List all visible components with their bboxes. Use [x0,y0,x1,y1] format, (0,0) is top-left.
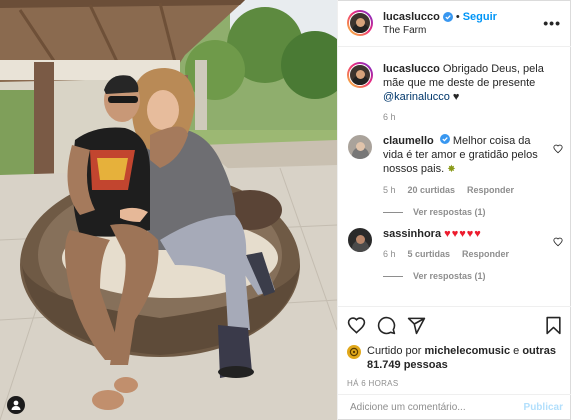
comment-likes[interactable]: 20 curtidas [408,185,456,195]
view-replies-button[interactable]: Ver respostas (1) [383,207,563,217]
dot-separator: • [455,10,460,23]
reply-button[interactable]: Responder [467,185,514,195]
view-replies-label: Ver respostas (1) [413,207,486,217]
bookmark-icon[interactable] [544,316,563,335]
add-comment-bar: Publicar [338,394,571,420]
reply-button[interactable]: Responder [462,249,509,259]
caption-username[interactable]: lucaslucco [383,63,440,75]
comment-avatar[interactable] [347,134,373,160]
likes-text: Curtido por michelecomusic e outras 81.7… [367,344,563,372]
share-icon[interactable] [407,316,426,335]
author-username[interactable]: lucaslucco [383,11,440,23]
liker-avatar-icon [349,347,359,357]
caption-body: lucaslucco Obrigado Deus, pela mãe que m… [383,62,563,122]
likes-connector: e [513,345,520,357]
replies-divider [383,211,403,213]
post-footer: Curtido por michelecomusic e outras 81.7… [338,306,571,388]
follow-button[interactable]: Seguir [463,11,497,23]
post-header: lucaslucco • Seguir The Farm ••• [338,0,571,47]
comment-username[interactable]: claumello [383,135,434,147]
author-meta: lucaslucco • Seguir The Farm [383,11,543,36]
post-timestamp[interactable]: HÁ 6 HORAS [347,379,563,388]
sparkle-icon: ✸ [447,164,456,175]
publish-button[interactable]: Publicar [524,402,563,413]
replies-divider [383,275,403,277]
comment-age[interactable]: 5 h [383,185,396,195]
avatar-image [349,12,371,34]
tagged-user-icon[interactable] [7,396,25,414]
comment-input[interactable] [350,402,524,413]
hearts-emoji: ♥♥♥♥♥ [444,228,482,240]
comment-actions: 5 h 20 curtidas Responder [383,185,547,195]
comment-item: sassinhora ♥♥♥♥♥ 6 h 5 curtidas Responde… [347,227,563,259]
caption-heart: ♥ [452,91,460,103]
heart-icon[interactable] [553,144,563,154]
avatar-image [347,134,373,160]
post-photo[interactable] [0,0,337,420]
comment-body: claumello Melhor coisa da vida é ter amo… [383,134,547,195]
likes-user[interactable]: michelecomusic [424,345,510,357]
comment-username[interactable]: sassinhora [383,228,441,240]
caption-mention[interactable]: @karinalucco [383,91,450,103]
liker-avatar[interactable] [347,345,361,359]
post-location[interactable]: The Farm [383,25,543,36]
comments-list: lucaslucco Obrigado Deus, pela mãe que m… [338,48,571,306]
comment-actions: 6 h 5 curtidas Responder [383,249,547,259]
comment-likes[interactable]: 5 curtidas [408,249,451,259]
likes-summary: Curtido por michelecomusic e outras 81.7… [347,344,563,372]
photo-scene [0,0,337,420]
post-side-panel: lucaslucco • Seguir The Farm ••• lucaslu… [337,0,571,420]
comment-icon[interactable] [377,316,396,335]
person-icon [11,400,21,410]
view-replies-button[interactable]: Ver respostas (1) [383,271,563,281]
author-row: lucaslucco • Seguir [383,11,543,23]
likes-prefix: Curtido por [367,345,422,357]
verified-icon [439,134,450,144]
comment-text: claumello Melhor coisa da vida é ter amo… [383,134,547,177]
avatar-image [347,227,373,253]
author-avatar[interactable] [347,10,373,36]
caption-text: lucaslucco Obrigado Deus, pela mãe que m… [383,62,563,104]
caption: lucaslucco Obrigado Deus, pela mãe que m… [347,62,563,122]
verified-icon [442,11,453,22]
view-replies-label: Ver respostas (1) [413,271,486,281]
caption-avatar[interactable] [347,62,373,88]
caption-actions: 6 h [383,112,563,122]
heart-icon[interactable] [553,237,563,247]
comment-age[interactable]: 6 h [383,249,396,259]
comment-avatar[interactable] [347,227,373,253]
avatar-image [349,64,371,86]
heart-icon[interactable] [347,316,366,335]
comment-body: sassinhora ♥♥♥♥♥ 6 h 5 curtidas Responde… [383,227,547,259]
comment-text: sassinhora ♥♥♥♥♥ [383,227,547,241]
action-bar [347,313,563,337]
comment-item: claumello Melhor coisa da vida é ter amo… [347,134,563,195]
more-icon[interactable]: ••• [543,16,561,30]
caption-age[interactable]: 6 h [383,112,396,122]
